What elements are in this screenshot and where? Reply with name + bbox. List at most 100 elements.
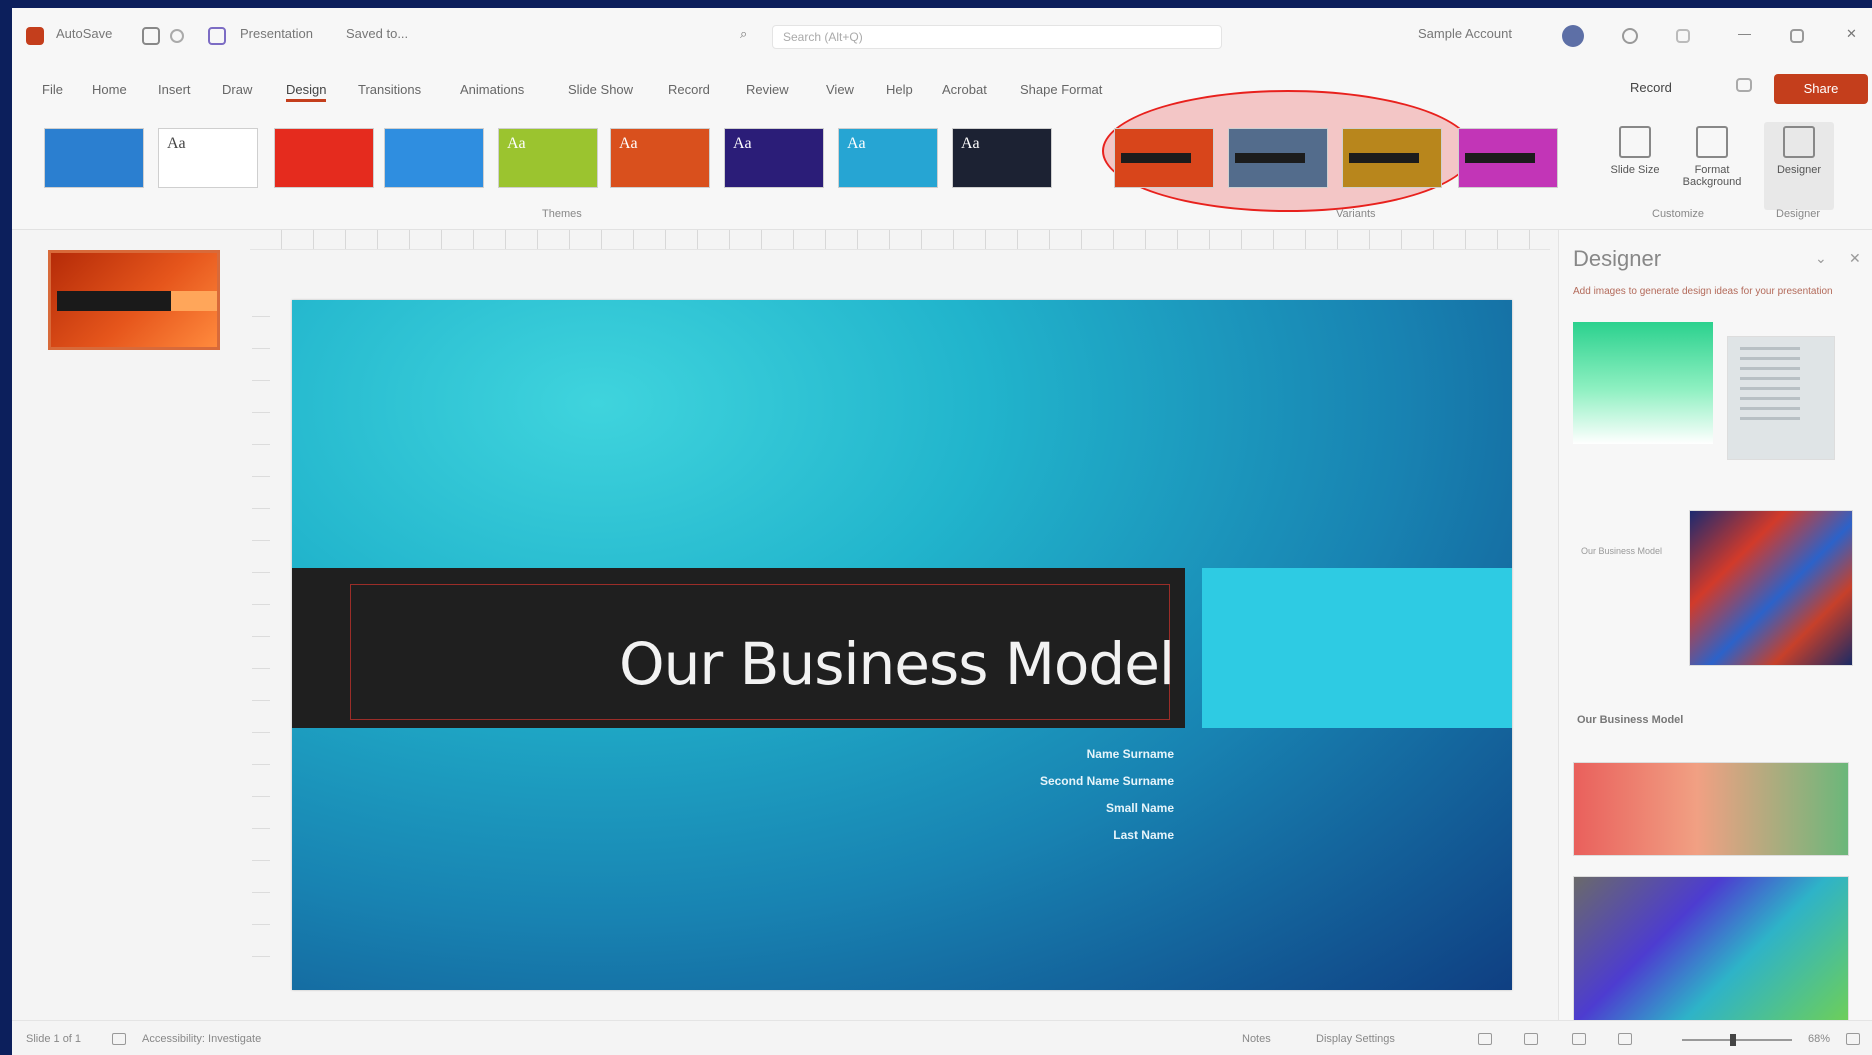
subtitle-line-2[interactable]: Second Name Surname (1040, 774, 1174, 788)
zoom-slider-knob[interactable] (1730, 1034, 1736, 1046)
theme-aa-white-label: Aa (167, 135, 186, 152)
tab-animations[interactable]: Animations (460, 82, 524, 97)
variant-slate-band (1235, 153, 1305, 163)
design-idea-5[interactable] (1573, 876, 1849, 1026)
notes-button[interactable]: Notes (1242, 1033, 1271, 1045)
maximize-icon[interactable] (1790, 29, 1804, 43)
subtitle-line-1[interactable]: Name Surname (1087, 747, 1174, 761)
pane-close-icon[interactable]: ✕ (1849, 250, 1861, 267)
slide-thumbnail-pane (12, 230, 242, 1020)
variants-group-label: Variants (1336, 208, 1376, 220)
variant-orange[interactable] (1114, 128, 1214, 188)
theme-teal[interactable]: Aa (838, 128, 938, 188)
slide-thumbnail-1[interactable] (48, 250, 220, 350)
slide-size-button[interactable]: Slide Size (1600, 122, 1670, 210)
doc-name[interactable]: Presentation (240, 26, 313, 41)
designer-group-label: Designer (1776, 208, 1821, 220)
slideshow-view-icon[interactable] (1618, 1033, 1632, 1045)
tab-record[interactable]: Record (668, 82, 710, 97)
tab-design[interactable]: Design (286, 82, 327, 102)
tab-help[interactable]: Help (886, 82, 913, 97)
design-idea-3[interactable] (1689, 510, 1853, 666)
tab-slide-show[interactable]: Slide Show (568, 82, 633, 97)
design-ribbon: Aa Aa Aa Aa Aa Aa Themes Variants Slide Size … (12, 90, 1872, 230)
accent-rectangle (1202, 568, 1512, 728)
autosave-toggle[interactable]: AutoSave (56, 26, 112, 41)
undo-icon[interactable] (170, 29, 184, 43)
theme-purple[interactable]: Aa (724, 128, 824, 188)
accessibility-status[interactable]: Accessibility: Investigate (142, 1033, 261, 1045)
tab-home[interactable]: Home (92, 82, 127, 97)
presentation-icon (208, 27, 226, 45)
tab-file[interactable]: File (42, 82, 63, 97)
designer-ribbon-button[interactable]: Designer (1764, 122, 1834, 210)
subtitle-line-4[interactable]: Last Name (1113, 828, 1174, 842)
designer-pane: Designer ⌄ ✕ Add images to generate desi… (1558, 230, 1872, 1026)
theme-purple-label: Aa (733, 135, 752, 152)
slide-size-label: Slide Size (1610, 164, 1660, 176)
slide-count[interactable]: Slide 1 of 1 (26, 1033, 81, 1045)
minimize-icon[interactable]: — (1738, 26, 1751, 41)
status-bar: Slide 1 of 1 Accessibility: Investigate … (12, 1020, 1872, 1055)
idea-2-lines (1740, 347, 1800, 427)
designer-subtitle: Add images to generate design ideas for … (1573, 286, 1833, 297)
share-button[interactable]: Share (1774, 74, 1868, 104)
theme-orange[interactable]: Aa (610, 128, 710, 188)
avatar[interactable] (1562, 25, 1584, 47)
customize-group-label: Customize (1652, 208, 1704, 220)
pane-options-icon[interactable]: ⌄ (1815, 250, 1827, 267)
close-icon[interactable]: ✕ (1846, 26, 1857, 42)
tab-insert[interactable]: Insert (158, 82, 191, 97)
app-logo-icon (26, 27, 44, 45)
user-name[interactable]: Sample Account (1418, 26, 1512, 41)
ribbon-display-icon[interactable] (1676, 29, 1690, 43)
theme-dark[interactable]: Aa (952, 128, 1052, 188)
format-background-icon (1696, 126, 1728, 158)
theme-aa-white[interactable]: Aa (158, 128, 258, 188)
record-button[interactable]: Record (1630, 80, 1672, 95)
search-input[interactable]: Search (Alt+Q) (772, 25, 1222, 49)
design-idea-1[interactable] (1573, 322, 1713, 444)
designer-icon (1783, 126, 1815, 158)
slide-canvas[interactable]: Our Business Model Name Surname Second N… (292, 300, 1512, 990)
design-idea-4[interactable] (1573, 762, 1849, 856)
theme-teal-label: Aa (847, 135, 866, 152)
theme-green[interactable]: Aa (498, 128, 598, 188)
slide-title[interactable]: Our Business Model (619, 630, 1175, 698)
tab-transitions[interactable]: Transitions (358, 82, 421, 97)
zoom-level[interactable]: 68% (1808, 1033, 1830, 1045)
subtitle-line-3[interactable]: Small Name (1106, 801, 1174, 815)
vertical-ruler (252, 298, 270, 988)
tab-acrobat[interactable]: Acrobat (942, 82, 987, 97)
variant-slate[interactable] (1228, 128, 1328, 188)
tab-shape-format[interactable]: Shape Format (1020, 82, 1102, 97)
fit-slide-icon[interactable] (1846, 1033, 1860, 1045)
format-background-label: Format Background (1682, 164, 1742, 188)
tab-draw[interactable]: Draw (222, 82, 252, 97)
normal-view-icon[interactable] (1478, 1033, 1492, 1045)
variant-magenta[interactable] (1458, 128, 1558, 188)
thumb-accent-stripe (171, 291, 217, 311)
spell-check-icon[interactable] (112, 1033, 126, 1045)
designer-title: Designer (1573, 246, 1662, 271)
variant-gold[interactable] (1342, 128, 1442, 188)
tab-view[interactable]: View (826, 82, 854, 97)
theme-orange-label: Aa (619, 135, 638, 152)
theme-red[interactable] (274, 128, 374, 188)
ribbon-tabs: File Home Insert Draw Design Transitions… (12, 64, 1872, 112)
design-idea-4-label: Our Business Model (1577, 714, 1684, 726)
theme-blue-stripe[interactable] (384, 128, 484, 188)
reading-view-icon[interactable] (1572, 1033, 1586, 1045)
saved-status[interactable]: Saved to... (346, 26, 408, 41)
comments-icon[interactable] (1736, 78, 1752, 92)
themes-group-label: Themes (542, 208, 582, 220)
slide-sorter-icon[interactable] (1524, 1033, 1538, 1045)
theme-office[interactable] (44, 128, 144, 188)
save-icon[interactable] (142, 27, 160, 45)
tab-review[interactable]: Review (746, 82, 789, 97)
zoom-slider[interactable] (1682, 1039, 1792, 1041)
copilot-icon[interactable] (1622, 28, 1638, 44)
display-settings-button[interactable]: Display Settings (1316, 1033, 1395, 1045)
design-idea-2[interactable] (1727, 336, 1835, 460)
format-background-button[interactable]: Format Background (1670, 122, 1754, 210)
